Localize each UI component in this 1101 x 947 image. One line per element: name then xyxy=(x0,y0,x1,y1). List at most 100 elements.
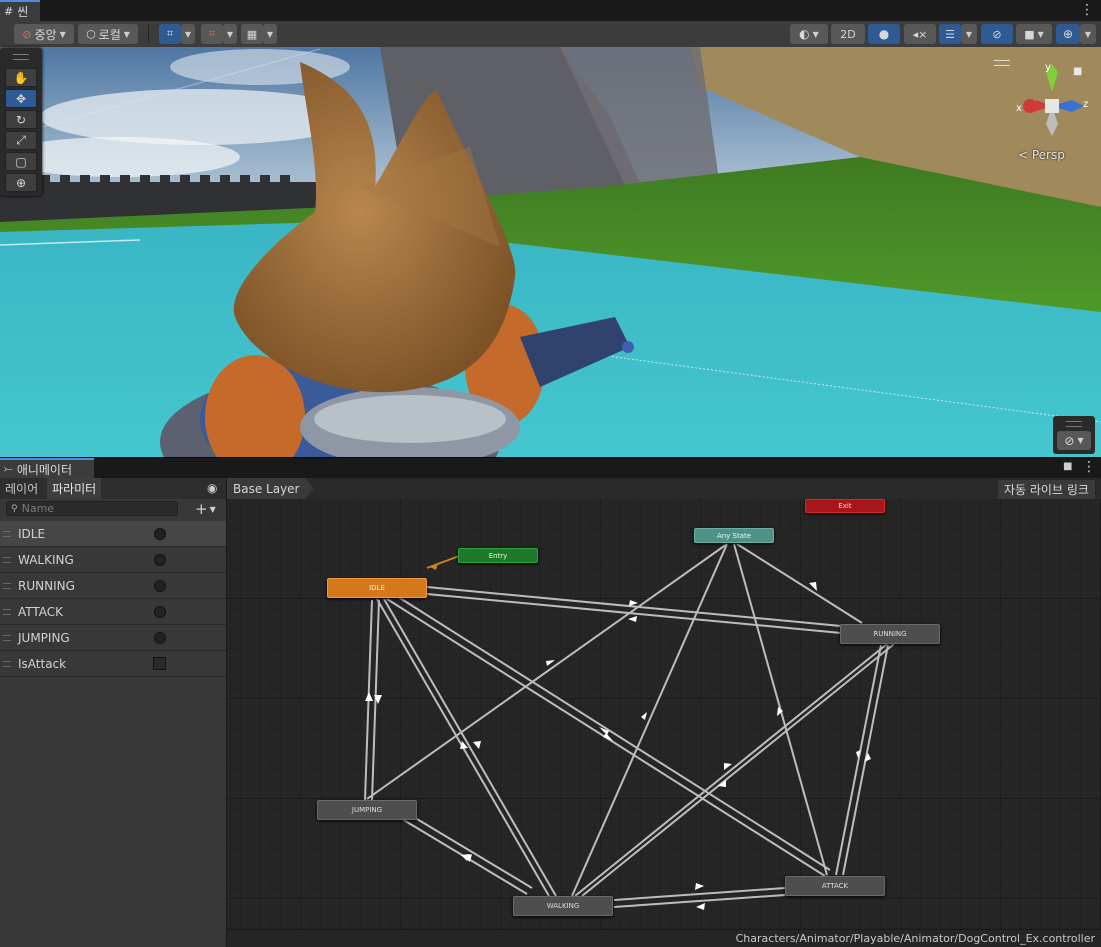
drag-handle-icon[interactable] xyxy=(3,557,11,563)
gizmos-dropdown[interactable]: ▼ xyxy=(1080,24,1096,44)
gizmo-overlay-grip[interactable] xyxy=(994,60,1010,66)
state-entry[interactable]: Entry xyxy=(458,548,538,563)
parameter-name: WALKING xyxy=(18,552,74,567)
effects-toggle[interactable]: ☰ xyxy=(939,24,961,44)
drag-handle-icon[interactable] xyxy=(3,661,11,667)
lock-icon[interactable]: ■ xyxy=(1063,461,1072,472)
rect-tool-button[interactable]: ▢ xyxy=(5,152,37,171)
state-machine-graph[interactable]: Exit Any State Entry IDLE RUNNING JUMPIN… xyxy=(227,499,1101,929)
pivot-icon: ⊘ xyxy=(22,27,32,41)
grid-snap-toggle[interactable]: ⌗ xyxy=(159,24,181,44)
animator-tab-bar xyxy=(0,457,1101,479)
toolbar-divider xyxy=(148,25,149,43)
trigger-toggle[interactable] xyxy=(154,631,166,644)
camera-settings-dropdown[interactable]: ■ ▼ xyxy=(1016,24,1052,44)
toggle-2d-button[interactable]: 2D xyxy=(831,24,865,44)
move-tool-button[interactable]: ✥ xyxy=(5,89,37,108)
parameter-row-idle[interactable]: IDLE xyxy=(0,521,226,547)
scene-viewport[interactable] xyxy=(0,47,1101,457)
parameter-row-walking[interactable]: WALKING xyxy=(0,547,226,573)
drag-handle-icon[interactable] xyxy=(3,531,11,537)
eye-slash-icon: ⊘ xyxy=(992,27,1002,41)
increment-snap-toggle[interactable]: ⌗ xyxy=(201,24,223,44)
layer-breadcrumb[interactable]: Base Layer xyxy=(227,478,314,499)
auto-live-link-button[interactable]: 자동 라이브 링크 xyxy=(997,479,1096,500)
trigger-toggle[interactable] xyxy=(154,579,166,592)
grid-visibility-dropdown[interactable]: ▼ xyxy=(263,24,277,44)
gizmos-toggle[interactable]: ⊕ xyxy=(1056,24,1080,44)
state-exit[interactable]: Exit xyxy=(805,499,885,513)
chevron-down-icon: ▼ xyxy=(184,29,192,39)
scene-toolbar: ⊘ 중앙 ▼ ⬡ 로컬 ▼ ⌗ ▼ ⌗ ▼ ▦ ▼ ◐ ▼ 2D ● ◂× ☰ … xyxy=(0,21,1101,48)
lighting-toggle[interactable]: ● xyxy=(868,24,900,44)
eye-icon[interactable]: ◉ xyxy=(207,481,217,495)
animator-icon: ⤚ xyxy=(4,462,13,475)
scene-more-menu-icon[interactable]: ⋮ xyxy=(1080,2,1094,18)
shading-sphere-icon: ◐ xyxy=(799,27,810,41)
parameter-name: IsAttack xyxy=(18,656,67,671)
orientation-overlay-grip[interactable] xyxy=(1066,421,1082,427)
bool-checkbox[interactable] xyxy=(153,657,166,670)
increment-snap-dropdown[interactable]: ▼ xyxy=(223,24,237,44)
state-idle[interactable]: IDLE xyxy=(327,578,427,598)
parameter-name: IDLE xyxy=(18,526,46,541)
pivot-mode-dropdown[interactable]: ⊘ 중앙 ▼ xyxy=(14,24,74,44)
scene-tab[interactable]: # 씬 xyxy=(0,0,40,21)
cube-icon: ⬡ xyxy=(86,27,96,41)
projection-toggle[interactable]: < Persp xyxy=(1018,148,1065,162)
state-any-state[interactable]: Any State xyxy=(694,528,774,543)
chevron-down-icon: ▼ xyxy=(965,29,973,39)
tools-overlay: ✋ ✥ ↻ ⤢ ▢ ⊕ xyxy=(0,48,42,196)
grid-visibility-toggle[interactable]: ▦ xyxy=(241,24,263,44)
tab-parameters[interactable]: 파라미터 xyxy=(47,478,102,499)
audio-toggle[interactable]: ◂× xyxy=(904,24,936,44)
camera-icon: ■ xyxy=(1024,27,1035,41)
effects-dropdown[interactable]: ▼ xyxy=(961,24,977,44)
rotate-tool-button[interactable]: ↻ xyxy=(5,110,37,129)
left-panel-tabs: 레이어 파라미터 ◉ xyxy=(0,478,226,499)
scale-tool-button[interactable]: ⤢ xyxy=(5,131,37,150)
orientation-gizmo[interactable] xyxy=(1012,62,1092,142)
parameter-search-field[interactable]: ⚲ Name xyxy=(6,501,178,516)
state-attack[interactable]: ATTACK xyxy=(785,876,885,896)
search-icon: ⚲ xyxy=(11,503,18,514)
shading-mode-dropdown[interactable]: ◐ ▼ xyxy=(790,24,828,44)
trigger-toggle[interactable] xyxy=(154,527,166,540)
compass-icon: ⊘ xyxy=(1064,433,1075,448)
orientation-overlay-panel: ⊘ ▼ xyxy=(1053,416,1095,454)
add-parameter-button[interactable]: + ▼ xyxy=(195,500,223,518)
trigger-toggle[interactable] xyxy=(154,605,166,618)
tools-overlay-grip[interactable] xyxy=(13,54,29,60)
compass-dropdown[interactable]: ⊘ ▼ xyxy=(1057,431,1091,450)
drag-handle-icon[interactable] xyxy=(3,583,11,589)
animator-tab[interactable]: ⤚ 애니메이터 xyxy=(0,458,94,478)
scene-tab-bar xyxy=(0,0,1101,22)
pivot-rotation-dropdown[interactable]: ⬡ 로컬 ▼ xyxy=(78,24,138,44)
parameter-row-running[interactable]: RUNNING xyxy=(0,573,226,599)
asset-path-bar: Characters/Animator/Playable/Animator/Do… xyxy=(227,929,1101,947)
animator-more-menu-icon[interactable]: ⋮ xyxy=(1082,459,1096,475)
transform-icon: ⊕ xyxy=(15,175,27,190)
transform-tool-button[interactable]: ⊕ xyxy=(5,173,37,192)
parameter-row-jumping[interactable]: JUMPING xyxy=(0,625,226,651)
hand-icon: ✋ xyxy=(13,70,29,85)
grid-snap-icon: ⌗ xyxy=(166,27,174,40)
grid-snap-dropdown[interactable]: ▼ xyxy=(181,24,195,44)
parameter-row-isattack[interactable]: IsAttack xyxy=(0,651,226,677)
chevron-down-icon: ▼ xyxy=(209,504,216,514)
tab-layers[interactable]: 레이어 xyxy=(0,478,43,499)
scene-tab-title: 씬 xyxy=(17,5,29,19)
state-running[interactable]: RUNNING xyxy=(840,624,940,644)
state-walking[interactable]: WALKING xyxy=(513,896,613,916)
parameter-row-attack[interactable]: ATTACK xyxy=(0,599,226,625)
drag-handle-icon[interactable] xyxy=(3,635,11,641)
trigger-toggle[interactable] xyxy=(154,553,166,566)
drag-handle-icon[interactable] xyxy=(3,609,11,615)
globe-icon: ⊕ xyxy=(1062,27,1074,41)
chevron-down-icon: ▼ xyxy=(1037,29,1044,39)
hidden-objects-toggle[interactable]: ⊘ xyxy=(981,24,1013,44)
rect-icon: ▢ xyxy=(15,154,27,169)
lightbulb-icon: ● xyxy=(878,27,890,41)
hand-tool-button[interactable]: ✋ xyxy=(5,68,37,87)
state-jumping[interactable]: JUMPING xyxy=(317,800,417,820)
